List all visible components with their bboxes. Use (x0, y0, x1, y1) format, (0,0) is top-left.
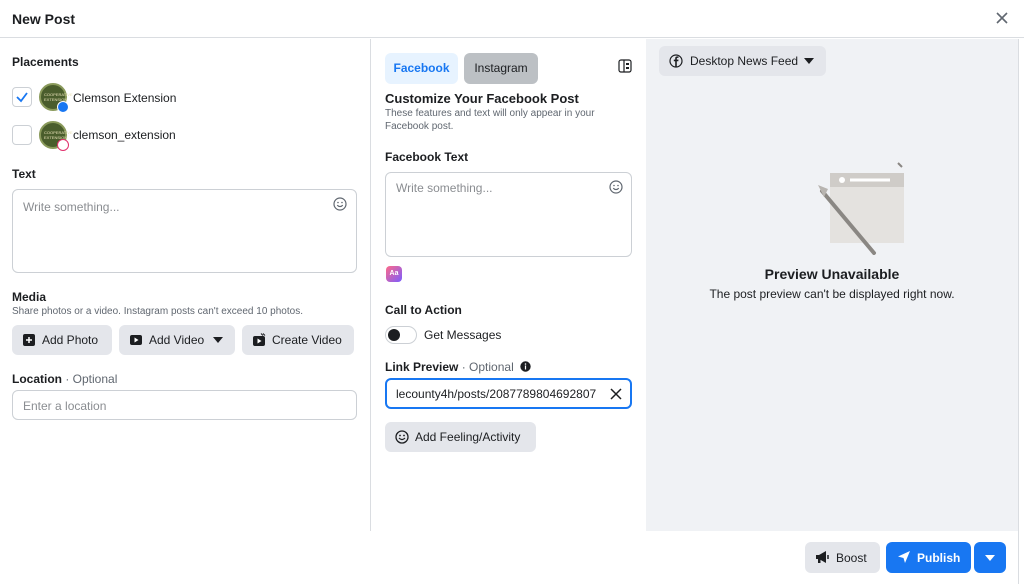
preview-placement-dropdown[interactable]: Desktop News Feed (659, 46, 826, 76)
megaphone-icon (816, 551, 829, 563)
facebook-text-label: Facebook Text (385, 150, 469, 164)
facebook-icon (669, 54, 683, 68)
post-text-placeholder: Write something... (23, 200, 120, 214)
create-video-icon (253, 333, 266, 346)
account-name-instagram: clemson_extension (73, 128, 176, 142)
chevron-down-icon (985, 555, 995, 561)
text-label: Text (12, 167, 36, 181)
link-preview-optional: · Optional (461, 360, 514, 374)
link-preview-label: Link Preview · Optional (385, 360, 531, 374)
checkmark-icon (16, 92, 28, 103)
avatar-clemson-extension-ig: COOPERATIVE EXTENSION (39, 121, 73, 151)
customize-title: Customize Your Facebook Post (385, 91, 579, 106)
tab-facebook[interactable]: Facebook (385, 53, 458, 84)
window-edge (1018, 39, 1024, 584)
link-preview-input[interactable]: lecounty4h/posts/2087789804692807 (385, 378, 632, 409)
create-video-label: Create Video (272, 333, 342, 347)
dialog-footer: Boost Publish (0, 531, 1018, 584)
publish-options-button[interactable] (974, 542, 1006, 573)
video-icon (130, 335, 142, 345)
add-photo-icon (23, 334, 35, 346)
composer-panel: Placements COOPERATIVE EXTENSION Clemson … (0, 39, 371, 531)
preview-panel: Desktop News Feed Preview Unavailable Th… (646, 39, 1018, 531)
add-feeling-activity-button[interactable]: Add Feeling/Activity (385, 422, 536, 452)
preview-placement-label: Desktop News Feed (690, 54, 799, 68)
preview-unavailable-text: The post preview can't be displayed righ… (709, 287, 955, 301)
post-text-input[interactable]: Write something... (12, 189, 357, 273)
boost-button[interactable]: Boost (805, 542, 880, 573)
facebook-icon (57, 101, 69, 113)
chevron-down-icon (213, 337, 223, 343)
add-photo-button[interactable]: Add Photo (12, 325, 112, 355)
placements-label: Placements (12, 55, 79, 69)
customize-subtext-2: Facebook post. (385, 121, 454, 132)
send-icon (898, 551, 910, 563)
close-icon[interactable] (994, 10, 1010, 26)
panel-toggle-icon[interactable] (618, 59, 632, 73)
text-format-icon[interactable]: Aa (386, 266, 402, 282)
get-messages-label: Get Messages (424, 328, 502, 342)
placement-checkbox-facebook[interactable] (12, 87, 32, 107)
toggle-knob (388, 329, 400, 341)
get-messages-toggle[interactable] (385, 326, 417, 344)
publish-label: Publish (917, 551, 961, 565)
preview-unavailable-title: Preview Unavailable (764, 266, 900, 282)
add-video-button[interactable]: Add Video (119, 325, 235, 355)
preview-unavailable-illustration (818, 162, 904, 255)
info-icon[interactable] (520, 361, 531, 372)
call-to-action-label: Call to Action (385, 303, 462, 317)
add-video-label: Add Video (149, 333, 205, 347)
add-feeling-label: Add Feeling/Activity (415, 430, 521, 444)
link-preview-value: lecounty4h/posts/2087789804692807 (396, 387, 596, 401)
publish-button[interactable]: Publish (886, 542, 971, 573)
facebook-text-input[interactable]: Write something... (385, 172, 632, 257)
media-subtext: Share photos or a video. Instagram posts… (12, 306, 303, 317)
boost-label: Boost (836, 551, 867, 565)
placement-checkbox-instagram[interactable] (12, 125, 32, 145)
facebook-text-placeholder: Write something... (396, 181, 493, 195)
location-input[interactable]: Enter a location (12, 390, 357, 420)
customize-subtext-1: These features and text will only appear… (385, 108, 595, 119)
link-preview-label-text: Link Preview (385, 360, 459, 374)
emoji-icon[interactable] (333, 197, 347, 211)
location-optional: · Optional (65, 372, 118, 386)
tab-instagram[interactable]: Instagram (464, 53, 538, 84)
location-label-text: Location (12, 372, 62, 386)
add-photo-label: Add Photo (42, 333, 99, 347)
dialog-title: New Post (12, 11, 76, 27)
smiley-icon (395, 430, 409, 444)
emoji-icon[interactable] (609, 180, 623, 194)
location-label: Location · Optional (12, 372, 117, 386)
dialog-header: New Post (0, 0, 1024, 38)
clear-icon[interactable] (610, 388, 622, 400)
account-name-facebook: Clemson Extension (73, 91, 177, 105)
chevron-down-icon (804, 58, 814, 64)
location-placeholder: Enter a location (23, 399, 107, 413)
media-label: Media (12, 290, 47, 304)
customize-panel: Facebook Instagram Customize Your Facebo… (372, 39, 646, 531)
avatar-clemson-extension: COOPERATIVE EXTENSION (39, 83, 73, 113)
create-video-button[interactable]: Create Video (242, 325, 354, 355)
instagram-icon (57, 139, 69, 151)
